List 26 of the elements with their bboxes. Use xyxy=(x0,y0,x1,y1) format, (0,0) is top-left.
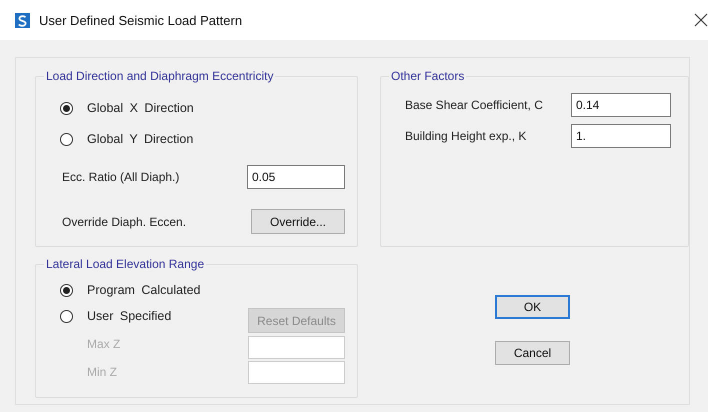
field-label: Building Height exp., K xyxy=(405,129,526,143)
app-logo-icon xyxy=(15,12,30,28)
input-field[interactable]: 1. xyxy=(571,124,671,148)
field-label: Ecc. Ratio (All Diaph.) xyxy=(62,170,180,184)
group-title: Other Factors xyxy=(390,69,466,83)
field-label: Max Z xyxy=(86,337,122,351)
window-title: User Defined Seismic Load Pattern xyxy=(39,12,242,28)
radio-button[interactable] xyxy=(60,102,73,114)
input-field[interactable]: 0.05 xyxy=(247,165,345,189)
input-field[interactable]: 0.14 xyxy=(571,93,671,117)
close-icon[interactable] xyxy=(694,13,708,27)
group-title: Load Direction and Diaphragm Eccentricity xyxy=(45,69,274,83)
group-title: Lateral Load Elevation Range xyxy=(45,257,206,271)
field-label: Base Shear Coefficient, C xyxy=(405,98,543,112)
radio-label: Global X Direction xyxy=(87,101,194,115)
radio-button[interactable] xyxy=(60,284,73,296)
radio-label: User Specified xyxy=(87,309,172,323)
radio-label: Global Y Direction xyxy=(87,132,194,146)
override-button[interactable]: Override... xyxy=(251,209,345,234)
dialog-button[interactable]: OK xyxy=(495,295,570,319)
radio-label: Program Calculated xyxy=(87,283,200,297)
radio-button[interactable] xyxy=(60,132,73,146)
radio-button[interactable] xyxy=(60,310,73,322)
field-label: Override Diaph. Eccen. xyxy=(62,214,186,228)
dialog-button[interactable]: Cancel xyxy=(495,341,570,365)
field-label: Min Z xyxy=(86,364,118,378)
